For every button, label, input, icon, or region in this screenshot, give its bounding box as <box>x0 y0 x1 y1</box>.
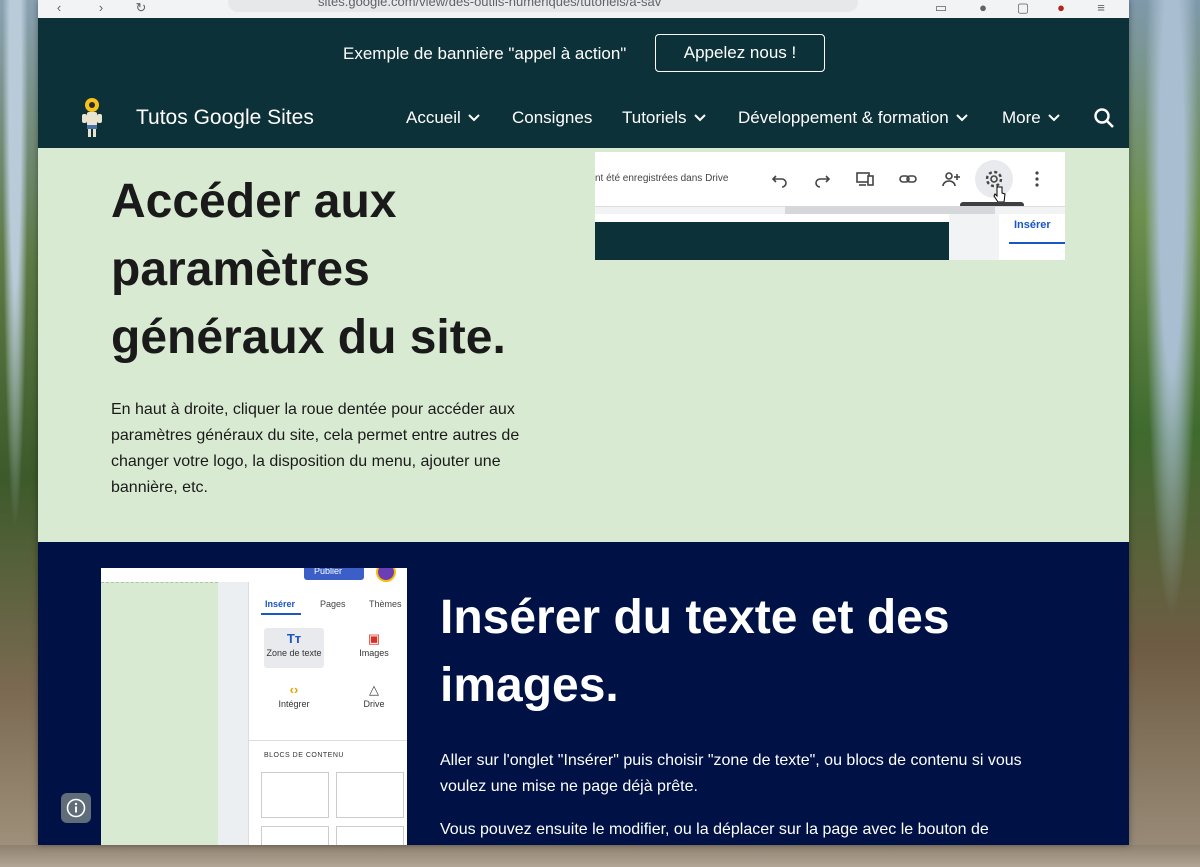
tab-underline <box>261 613 301 615</box>
item-label: Drive <box>363 699 385 709</box>
forward-icon[interactable]: › <box>94 1 108 15</box>
link-icon <box>899 175 917 183</box>
nav-item-label: Tutoriels <box>622 108 687 127</box>
chevron-down-icon <box>956 114 968 122</box>
section-paragraph: En haut à droite, cliquer la roue dentée… <box>111 401 520 496</box>
insert-panel-screenshot: Publier Insérer Pages Thèmes Tт Zone de … <box>101 568 407 845</box>
call-us-button[interactable]: Appelez nous ! <box>655 34 825 72</box>
drive-item: △ Drive <box>344 681 404 709</box>
share-user-icon <box>942 172 960 187</box>
undo-icon <box>771 175 787 188</box>
cta-banner: Exemple de bannière "appel à action" App… <box>38 18 1129 88</box>
page-preview-header <box>595 222 949 260</box>
browser-window: ‹ › ↻ sites.google.com/view/des-outils-n… <box>38 0 1129 845</box>
preview-devices-icon <box>856 172 874 186</box>
banner-text: Exemple de bannière "appel à action" <box>343 44 627 63</box>
tab-pages: Pages <box>320 599 346 609</box>
search-icon[interactable] <box>1093 107 1115 129</box>
nav-item-developpement-formation[interactable]: Développement & formation <box>738 108 969 128</box>
insert-panel: Insérer Pages Thèmes Tт Zone de texte ▣ … <box>248 582 407 845</box>
back-icon[interactable]: ‹ <box>52 1 66 15</box>
ruler-highlight <box>785 206 995 214</box>
publish-button: Publier <box>304 568 364 580</box>
chevron-down-icon <box>693 114 706 122</box>
content-block-template <box>336 772 404 818</box>
tab-inserer: Insérer <box>265 599 296 609</box>
code-icon: ‹› <box>289 682 299 697</box>
item-label: Images <box>359 648 389 658</box>
extension-icon-2[interactable]: ▢ <box>1016 1 1030 15</box>
nav-item-label: Développement & formation <box>738 108 949 127</box>
chevron-down-icon <box>1048 114 1060 122</box>
nav-item-accueil[interactable]: Accueil <box>406 108 481 128</box>
browser-toolbar: ‹ › ↻ sites.google.com/view/des-outils-n… <box>38 0 1129 18</box>
drive-icon: △ <box>369 682 379 697</box>
tab-themes: Thèmes <box>369 599 402 609</box>
editor-toolbar: nt été enregistrées dans Drive <box>595 152 1065 206</box>
text-icon: Tт <box>286 631 302 646</box>
nav-item-label: Consignes <box>512 108 593 127</box>
content-blocks-label: BLOCS DE CONTENU <box>264 752 344 759</box>
editor-toolbar: Publier <box>101 568 407 582</box>
nav-item-label: More <box>1002 108 1041 127</box>
content-block-template <box>261 772 329 818</box>
text-box-item: Tт Zone de texte <box>264 628 324 668</box>
site-title[interactable]: Tutos Google Sites <box>136 106 314 130</box>
images-item: ▣ Images <box>344 630 404 658</box>
profile-icon[interactable]: ● <box>976 1 990 15</box>
site-navbar: Tutos Google Sites Accueil Consignes Tut… <box>38 88 1129 148</box>
info-icon <box>66 798 86 818</box>
nav-item-more[interactable]: More <box>1002 108 1061 128</box>
tab-underline <box>1009 242 1065 244</box>
more-vert-icon <box>1035 171 1039 187</box>
image-icon: ▣ <box>367 631 381 646</box>
address-bar[interactable]: sites.google.com/view/des-outils-numeriq… <box>228 0 858 12</box>
section-heading: Accéder aux paramètres généraux du site. <box>111 175 506 364</box>
side-gutter <box>218 582 248 845</box>
tab-inserer: Insérer <box>1014 219 1051 231</box>
item-label: Zone de texte <box>266 648 322 658</box>
desktop-background-right <box>1129 0 1200 867</box>
redo-icon <box>815 175 831 188</box>
item-label: Intégrer <box>278 699 310 709</box>
page-canvas <box>101 582 218 845</box>
chevron-down-icon <box>468 114 480 122</box>
content-block-template <box>336 826 404 845</box>
nav-item-consignes[interactable]: Consignes <box>512 108 592 128</box>
section-parametres: Accéder aux paramètres généraux du site.… <box>38 148 1129 542</box>
nav-item-label: Accueil <box>406 108 461 127</box>
divider <box>249 740 407 741</box>
extension-icon[interactable]: ▭ <box>934 1 948 15</box>
extension-icon-3[interactable]: ● <box>1054 1 1068 15</box>
site-logo-icon[interactable] <box>76 97 108 139</box>
settings-screenshot: nt été enregistrées dans Drive Paramètre… <box>595 152 1065 260</box>
avatar <box>376 568 396 582</box>
section-paragraph-2: Vous pouvez ensuite le modifier, ou la d… <box>440 821 989 838</box>
reload-icon[interactable]: ↻ <box>134 1 148 15</box>
desktop-background-bottom <box>0 845 1200 867</box>
info-button[interactable] <box>61 793 91 823</box>
desktop-background-left <box>0 0 38 867</box>
save-status: nt été enregistrées dans Drive <box>595 173 729 184</box>
content-block-template <box>261 826 329 845</box>
section-heading: Insérer du texte et des images. <box>440 591 950 712</box>
embed-item: ‹› Intégrer <box>264 681 324 709</box>
menu-icon[interactable]: ≡ <box>1094 1 1108 15</box>
section-paragraph: Aller sur l'onglet "Insérer" puis choisi… <box>440 752 1022 795</box>
nav-item-tutoriels[interactable]: Tutoriels <box>622 108 707 128</box>
section-inserer: Publier Insérer Pages Thèmes Tт Zone de … <box>38 542 1129 845</box>
